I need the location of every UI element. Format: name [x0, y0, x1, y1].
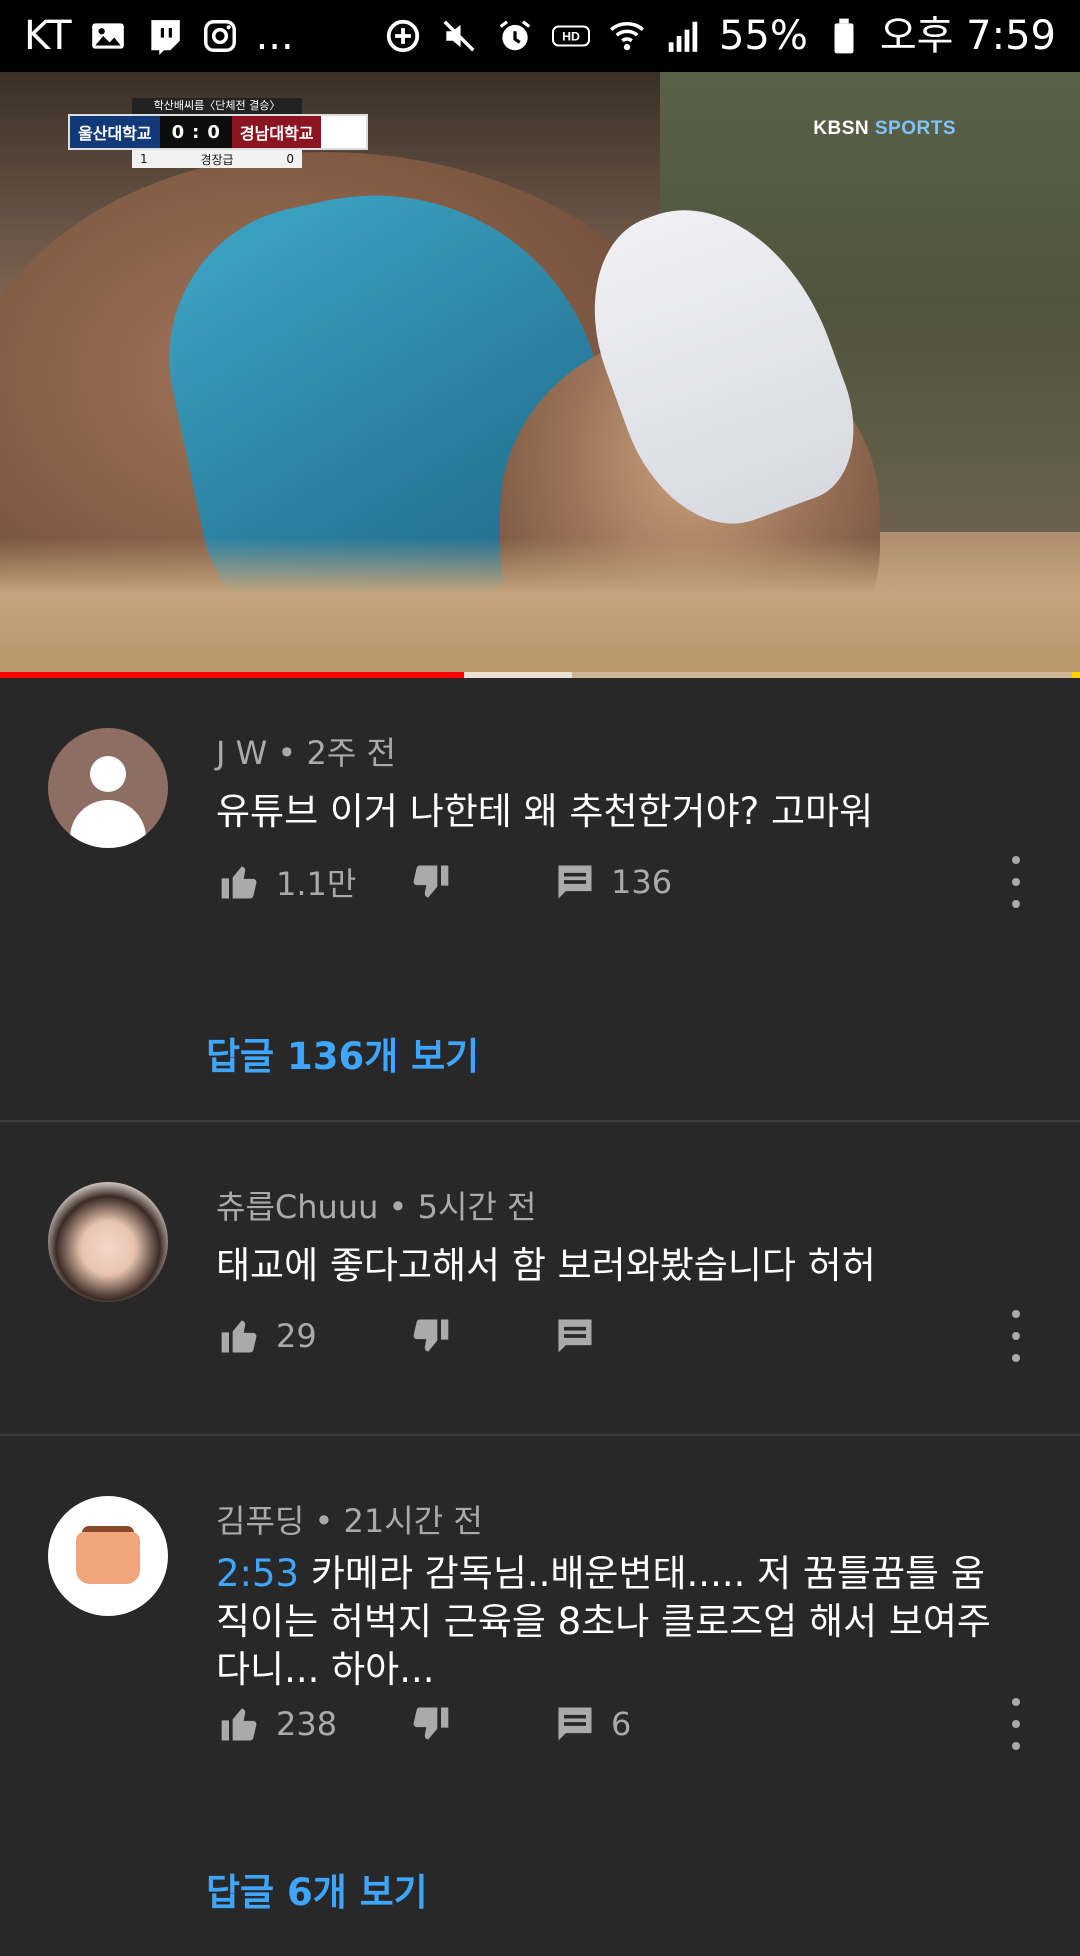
video-frame-sand — [0, 538, 1080, 678]
reply-button[interactable] — [551, 1700, 599, 1748]
sub-score-right: 0 — [286, 152, 294, 166]
more-notifications-label: ... — [255, 13, 294, 59]
reply-count: 136 — [611, 863, 673, 901]
broadcaster-channel: SPORTS — [874, 118, 956, 139]
like-count: 238 — [276, 1705, 338, 1743]
reply-button[interactable] — [551, 1312, 599, 1360]
sub-label: 경장급 — [200, 152, 234, 167]
comment-icon — [558, 865, 592, 899]
broadcaster-logo: KBSN SPORTS — [813, 118, 956, 140]
more-options-button[interactable] — [996, 1698, 1036, 1750]
signal-icon — [663, 16, 703, 56]
thumbs-down-icon — [413, 1707, 449, 1740]
gallery-icon — [88, 16, 128, 56]
dislike-button[interactable] — [406, 858, 454, 906]
thumbs-up-icon — [221, 866, 257, 899]
comment-body: 카메라 감독님..배운변태..... 저 꿈틀꿈틀 움직이는 허벅지 근육을 8… — [216, 1552, 991, 1691]
scoreboard-sub: 1 경장급 0 — [132, 150, 302, 168]
pudding-icon — [76, 1532, 140, 1584]
comment-time: 5시간 전 — [417, 1188, 537, 1226]
more-options-button[interactable] — [996, 1310, 1036, 1362]
like-count: 1.1만 — [276, 865, 357, 903]
comment-meta: J W • 2주 전 — [216, 728, 396, 774]
reply-button[interactable] — [551, 858, 599, 906]
comment-time: 21시간 전 — [343, 1502, 483, 1540]
more-options-button[interactable] — [996, 856, 1036, 908]
comment-icon — [558, 1707, 592, 1741]
dislike-button[interactable] — [406, 1700, 454, 1748]
avatar[interactable] — [48, 728, 168, 848]
dislike-button[interactable] — [406, 1312, 454, 1360]
timestamp-link[interactable]: 2:53 — [216, 1552, 299, 1595]
meta-separator: • — [388, 1188, 418, 1226]
broadcaster-name: KBSN — [813, 118, 870, 139]
thumbs-up-icon — [221, 1708, 257, 1741]
score-right: 0 — [207, 121, 220, 143]
sub-score-left: 1 — [140, 152, 148, 166]
meta-separator: • — [314, 1502, 344, 1540]
team-left: 울산대학교 — [70, 116, 160, 148]
comment-text: 2:53 카메라 감독님..배운변태..... 저 꿈틀꿈틀 움직이는 허벅지 … — [216, 1550, 1016, 1694]
comment-text: 유튜브 이거 나한테 왜 추천한거야? 고마워 — [216, 790, 874, 833]
battery-percent: 55% — [718, 13, 808, 59]
thumbs-down-icon — [413, 865, 449, 898]
view-replies-link[interactable]: 답글 136개 보기 — [206, 1026, 479, 1080]
avatar-shoulders — [70, 800, 146, 848]
like-count: 29 — [276, 1317, 317, 1355]
like-button[interactable] — [216, 1312, 264, 1360]
battery-icon — [824, 16, 864, 56]
view-replies-link[interactable]: 답글 6개 보기 — [206, 1862, 428, 1916]
scoreboard-main: 울산대학교 0 : 0 경남대학교 — [68, 114, 368, 150]
comment-time: 2주 전 — [306, 734, 396, 772]
score-left: 0 — [171, 121, 185, 143]
team-right: 경남대학교 — [231, 116, 322, 148]
video-player[interactable]: 학산배씨름〈단체전 결승〉 울산대학교 0 : 0 경남대학교 1 경장급 0 … — [0, 72, 1080, 678]
like-button[interactable] — [216, 1700, 264, 1748]
clock: 오후 7:59 — [879, 13, 1056, 59]
comment-meta: 츄릅Chuuu • 5시간 전 — [216, 1182, 536, 1228]
carrier-label: KT — [24, 13, 72, 59]
thumbs-down-icon — [413, 1319, 449, 1352]
broadcast-scoreboard: 학산배씨름〈단체전 결승〉 울산대학교 0 : 0 경남대학교 1 경장급 0 — [68, 98, 368, 174]
sync-icon — [383, 16, 423, 56]
score: 0 : 0 — [159, 116, 232, 148]
twitch-icon — [144, 16, 184, 56]
avatar[interactable] — [48, 1496, 168, 1616]
comment-actions: 29 — [216, 1306, 1036, 1366]
comment-item: 김푸딩 • 21시간 전 2:53 카메라 감독님..배운변태..... 저 꿈… — [0, 1436, 1080, 1956]
mute-icon — [439, 16, 479, 56]
hd-voice-icon: HD — [551, 16, 591, 56]
comment-author[interactable]: J W — [216, 734, 267, 772]
comment-text: 태교에 좋다고해서 함 보러와봤습니다 허허 — [216, 1244, 876, 1287]
comment-author[interactable]: 츄릅Chuuu — [216, 1188, 378, 1226]
hd-badge-label: HD — [562, 30, 580, 44]
comment-meta: 김푸딩 • 21시간 전 — [216, 1496, 483, 1542]
avatar[interactable] — [48, 1182, 168, 1302]
avatar-head — [90, 756, 126, 792]
comment-item: J W • 2주 전 유튜브 이거 나한테 왜 추천한거야? 고마워 1.1만 — [0, 678, 1080, 1122]
reply-count: 6 — [611, 1705, 632, 1743]
comment-icon — [558, 1319, 592, 1353]
comment-list: J W • 2주 전 유튜브 이거 나한테 왜 추천한거야? 고마워 1.1만 — [0, 678, 1080, 1956]
comment-author[interactable]: 김푸딩 — [216, 1502, 304, 1540]
alarm-icon — [495, 16, 535, 56]
meta-separator: • — [277, 734, 307, 772]
comment-actions: 238 6 — [216, 1694, 1036, 1754]
wifi-icon — [607, 16, 647, 56]
like-button[interactable] — [216, 858, 264, 906]
scoreboard-header: 학산배씨름〈단체전 결승〉 — [132, 98, 302, 114]
comment-item: 츄릅Chuuu • 5시간 전 태교에 좋다고해서 함 보러와봤습니다 허허 2… — [0, 1122, 1080, 1436]
instagram-icon — [200, 16, 240, 56]
comment-actions: 1.1만 136 — [216, 852, 1036, 912]
status-bar: KT ... HD 55% 오후 7:59 — [0, 0, 1080, 72]
thumbs-up-icon — [221, 1320, 257, 1353]
score-separator: : — [192, 121, 200, 143]
